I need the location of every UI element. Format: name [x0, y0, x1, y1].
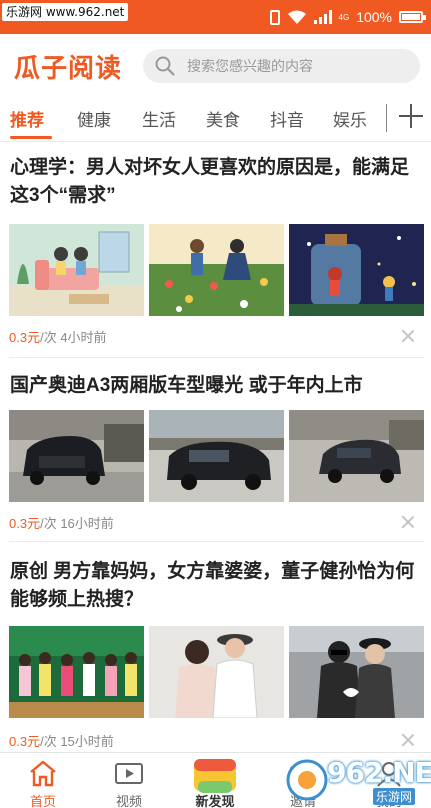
article-image: [149, 224, 284, 316]
dismiss-icon[interactable]: [401, 515, 415, 529]
tab-douyin[interactable]: 抖音: [270, 106, 304, 131]
status-bar: 乐游网 www.962.net 4G 100%: [0, 0, 431, 34]
search-icon: [155, 56, 175, 76]
article-image: [9, 224, 144, 316]
nav-label: 新发现: [195, 794, 235, 808]
article-image: [9, 410, 144, 502]
search-input[interactable]: 搜索您感兴趣的内容: [143, 49, 420, 83]
watermark-text: 962.NET: [327, 756, 431, 789]
article-card[interactable]: 国产奥迪A3两厢版车型曝光 或于年内上市 0.3元/次 16小时前: [0, 358, 431, 542]
app-header: 瓜子阅读 搜索您感兴趣的内容: [0, 34, 431, 96]
article-card[interactable]: 原创 男方靠妈妈，女方靠婆婆，董子健孙怡为何能够频上热搜？ 0.3元/次 15小…: [0, 542, 431, 752]
article-time: 15小时前: [60, 734, 114, 749]
article-card[interactable]: 心理学：男人对坏女人更喜欢的原因是，能满足这3个“需求” 0.3元/次 4小时前: [0, 142, 431, 358]
nav-label: 视频: [115, 794, 142, 808]
article-time: 4小时前: [60, 330, 107, 345]
article-meta: 0.3元/次 16小时前: [9, 513, 114, 532]
home-icon: [28, 759, 58, 787]
tab-entertainment[interactable]: 娱乐: [333, 106, 367, 131]
watermark-icon: [286, 759, 328, 801]
tab-health[interactable]: 健康: [77, 106, 111, 131]
article-price-unit: /次: [40, 734, 57, 749]
article-title[interactable]: 原创 男方靠妈妈，女方靠婆婆，董子健孙怡为何能够频上热搜？: [10, 558, 422, 614]
tab-life[interactable]: 生活: [142, 106, 176, 131]
network-type: 4G: [338, 12, 350, 22]
nav-label: 首页: [29, 794, 56, 808]
article-image: [149, 626, 284, 718]
nav-home[interactable]: 首页: [8, 753, 78, 808]
search-placeholder: 搜索您感兴趣的内容: [187, 58, 313, 74]
article-price-unit: /次: [40, 330, 57, 345]
nav-video[interactable]: 视频: [94, 753, 164, 808]
article-meta: 0.3元/次 15小时前: [9, 731, 114, 750]
category-tabs: 推荐 健康 生活 美食 抖音 娱乐: [0, 96, 431, 142]
article-image: [149, 410, 284, 502]
article-image: [289, 626, 424, 718]
status-icons: 4G 100%: [269, 7, 426, 27]
article-price: 0.3元: [9, 330, 41, 345]
dismiss-icon[interactable]: [401, 733, 415, 747]
app-logo: 瓜子阅读: [14, 54, 123, 84]
article-thumbnails: [9, 626, 424, 718]
battery-level: 100%: [356, 9, 392, 25]
tab-recommend[interactable]: 推荐: [10, 106, 44, 131]
nav-discover[interactable]: 新发现: [180, 753, 250, 808]
article-thumbnails: [9, 224, 424, 316]
article-image: [289, 224, 424, 316]
tab-divider: [386, 104, 387, 132]
vibrate-icon: [269, 9, 280, 25]
article-meta: 0.3元/次 4小时前: [9, 327, 107, 346]
wifi-icon: [287, 10, 307, 25]
article-price: 0.3元: [9, 734, 41, 749]
add-category-icon[interactable]: [397, 102, 425, 130]
video-icon: [114, 759, 144, 787]
watermark-logo: 962.NET 乐游网: [285, 754, 431, 806]
signal-icon: [313, 10, 332, 24]
article-price-unit: /次: [40, 516, 57, 531]
article-image: [9, 626, 144, 718]
dismiss-icon[interactable]: [401, 329, 415, 343]
article-time: 16小时前: [60, 516, 114, 531]
battery-icon: [399, 11, 426, 23]
article-thumbnails: [9, 410, 424, 502]
article-title[interactable]: 心理学：男人对坏女人更喜欢的原因是，能满足这3个“需求”: [10, 154, 422, 210]
article-price: 0.3元: [9, 516, 41, 531]
watermark-subtext: 乐游网: [373, 788, 416, 805]
article-title[interactable]: 国产奥迪A3两厢版车型曝光 或于年内上市: [10, 372, 422, 400]
tab-food[interactable]: 美食: [206, 106, 240, 131]
discover-icon: [190, 755, 240, 795]
active-tab-indicator: [10, 136, 52, 139]
watermark-label: 乐游网 www.962.net: [2, 3, 129, 21]
article-image: [289, 410, 424, 502]
